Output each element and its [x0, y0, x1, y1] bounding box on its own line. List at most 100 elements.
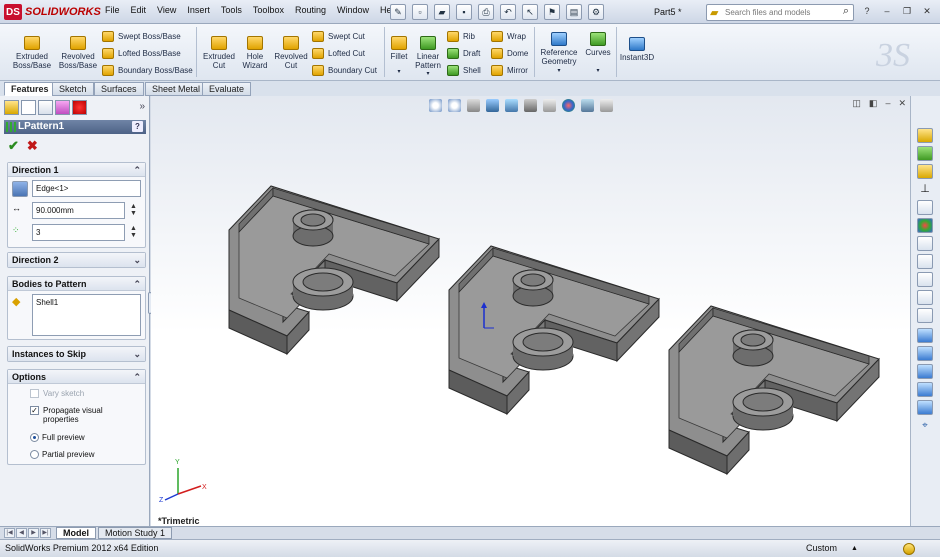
- close-icon[interactable]: ✕: [920, 5, 934, 18]
- lofted-boss-button[interactable]: Lofted Boss/Base: [102, 48, 181, 59]
- vary-sketch-checkbox[interactable]: Vary sketch: [30, 389, 84, 398]
- tab-surfaces[interactable]: Surfaces: [94, 82, 144, 96]
- bodies-header[interactable]: Bodies to Pattern ⌃: [8, 277, 145, 291]
- options-header[interactable]: Options ⌃: [8, 370, 145, 384]
- boundary-cut-button[interactable]: Boundary Cut: [312, 65, 377, 76]
- display-manager-tab-icon[interactable]: [72, 100, 87, 115]
- curves-dropdown-icon[interactable]: ▾: [583, 67, 613, 76]
- revolved-boss-button[interactable]: Revolved Boss/Base: [56, 36, 100, 70]
- cube-view-icon[interactable]: [917, 328, 933, 343]
- rib-button[interactable]: Rib: [447, 31, 475, 42]
- expand-chevron-icon[interactable]: ⌄: [133, 253, 141, 267]
- rebuild-icon[interactable]: ⚑: [544, 4, 560, 20]
- help-question-icon[interactable]: ?: [860, 5, 874, 18]
- quick-tips-icon[interactable]: [903, 543, 915, 555]
- model-geometry[interactable]: Y X Z: [151, 96, 910, 526]
- file-explorer-icon[interactable]: [917, 164, 933, 179]
- curves-button[interactable]: Curves ▾: [583, 32, 613, 76]
- pattern-instance-3[interactable]: [668, 305, 880, 475]
- save-icon[interactable]: ▪: [456, 4, 472, 20]
- graphics-area[interactable]: ◫ ◧ – ✕ Y X Z *Trimetric: [151, 96, 910, 526]
- select-cursor-icon[interactable]: ↖: [522, 4, 538, 20]
- swept-cut-button[interactable]: Swept Cut: [312, 31, 365, 42]
- instances-spinner-icon[interactable]: ▲ ▼: [130, 225, 137, 239]
- collapse-chevron-icon[interactable]: ⌃: [133, 163, 141, 177]
- extruded-boss-button[interactable]: Extruded Boss/Base: [10, 36, 54, 70]
- revolved-cut-button[interactable]: Revolved Cut: [272, 36, 310, 70]
- tab-features[interactable]: Features: [4, 82, 56, 96]
- solidworks-resources-icon[interactable]: [917, 128, 933, 143]
- shell-button[interactable]: Shell: [447, 65, 481, 76]
- full-preview-radio[interactable]: Full preview: [30, 433, 85, 442]
- units-dropdown-icon[interactable]: ▲: [851, 540, 858, 557]
- custom-properties-icon[interactable]: [917, 236, 933, 251]
- propagate-visual-checkbox[interactable]: ✓ Propagate visual properties: [30, 406, 140, 424]
- solidworks-logo[interactable]: DS SOLIDWORKS: [4, 3, 101, 21]
- menu-view[interactable]: View: [157, 5, 176, 15]
- options-gear-icon[interactable]: ⚙: [588, 4, 604, 20]
- property-manager-tab-icon[interactable]: [21, 100, 36, 115]
- tab-sheet-metal[interactable]: Sheet Metal: [145, 82, 208, 96]
- collapse-chevron-icon[interactable]: ⌃: [133, 277, 141, 291]
- tab-evaluate[interactable]: Evaluate: [202, 82, 252, 96]
- 3d-sketch-icon[interactable]: [917, 308, 933, 323]
- configurations-icon[interactable]: [917, 254, 933, 269]
- menu-toolbox[interactable]: Toolbox: [253, 5, 284, 15]
- print-icon[interactable]: ⎙: [478, 4, 494, 20]
- distance-input[interactable]: 90.000mm: [32, 202, 125, 219]
- prev-tab-icon[interactable]: ◀: [16, 528, 27, 538]
- partial-preview-radio[interactable]: Partial preview: [30, 450, 94, 459]
- collapse-chevron-icon[interactable]: ⌃: [133, 370, 141, 384]
- mirror-button[interactable]: Mirror: [491, 65, 528, 76]
- skip-header[interactable]: Instances to Skip ⌄: [8, 347, 145, 361]
- draft-button[interactable]: Draft: [447, 48, 480, 59]
- menu-file[interactable]: File: [105, 5, 120, 15]
- fillet-dropdown-icon[interactable]: ▾: [387, 68, 411, 77]
- search-box[interactable]: ▰ Search files and models ⌕: [706, 4, 854, 21]
- instances-to-skip-group[interactable]: Instances to Skip ⌄: [7, 346, 146, 362]
- menu-window[interactable]: Window: [337, 5, 369, 15]
- dimxpert-icon[interactable]: [917, 290, 933, 305]
- ok-check-icon[interactable]: ✔: [8, 138, 19, 154]
- distance-spinner-icon[interactable]: ▲ ▼: [130, 203, 137, 217]
- cancel-x-icon[interactable]: ✖: [27, 138, 38, 154]
- pattern-instance-1[interactable]: [228, 185, 440, 355]
- restore-icon[interactable]: ❐: [900, 5, 914, 18]
- reverse-direction-icon[interactable]: [12, 181, 28, 197]
- direction2-header[interactable]: Direction 2 ⌄: [8, 253, 145, 267]
- extruded-cut-button[interactable]: Extruded Cut: [200, 36, 238, 70]
- direction1-edge-field[interactable]: Edge<1>: [32, 180, 141, 197]
- dimxpert-tab-icon[interactable]: [55, 100, 70, 115]
- menu-tools[interactable]: Tools: [221, 5, 242, 15]
- cube-side-icon[interactable]: [917, 364, 933, 379]
- dome-button[interactable]: Dome: [491, 48, 528, 59]
- reference-geometry-button[interactable]: Reference Geometry ▾: [538, 32, 580, 76]
- swept-boss-button[interactable]: Swept Boss/Base: [102, 31, 181, 42]
- search-icon[interactable]: ⌕: [843, 5, 849, 18]
- toolbox-icon[interactable]: [917, 272, 933, 287]
- reference-geometry-dropdown-icon[interactable]: ▾: [538, 67, 580, 76]
- fillet-button[interactable]: Fillet ▾: [387, 36, 411, 77]
- configuration-manager-tab-icon[interactable]: [38, 100, 53, 115]
- last-tab-icon[interactable]: ▶|: [40, 528, 51, 538]
- feature-manager-tab-icon[interactable]: [4, 100, 19, 115]
- units-selector[interactable]: Custom: [806, 540, 837, 557]
- open-folder-icon[interactable]: ▰: [434, 4, 450, 20]
- design-library-icon[interactable]: [917, 146, 933, 161]
- direction2-group[interactable]: Direction 2 ⌄: [7, 252, 146, 268]
- instances-input[interactable]: 3: [32, 224, 125, 241]
- next-tab-icon[interactable]: ▶: [28, 528, 39, 538]
- pattern-instance-2[interactable]: [448, 245, 660, 415]
- expand-chevron-icon[interactable]: ⌄: [133, 347, 141, 361]
- tab-model[interactable]: Model: [56, 527, 96, 539]
- wrap-button[interactable]: Wrap: [491, 31, 526, 42]
- file-properties-icon[interactable]: ▤: [566, 4, 582, 20]
- cube-top-icon[interactable]: [917, 382, 933, 397]
- tab-sketch[interactable]: Sketch: [52, 82, 94, 96]
- menu-edit[interactable]: Edit: [131, 5, 147, 15]
- appearances-icon[interactable]: [917, 218, 933, 233]
- pin-pane-icon[interactable]: ⌖: [917, 420, 933, 435]
- undo-icon[interactable]: ↶: [500, 4, 516, 20]
- bodies-list[interactable]: Shell1: [32, 294, 141, 336]
- hole-wizard-button[interactable]: Hole Wizard: [238, 36, 272, 70]
